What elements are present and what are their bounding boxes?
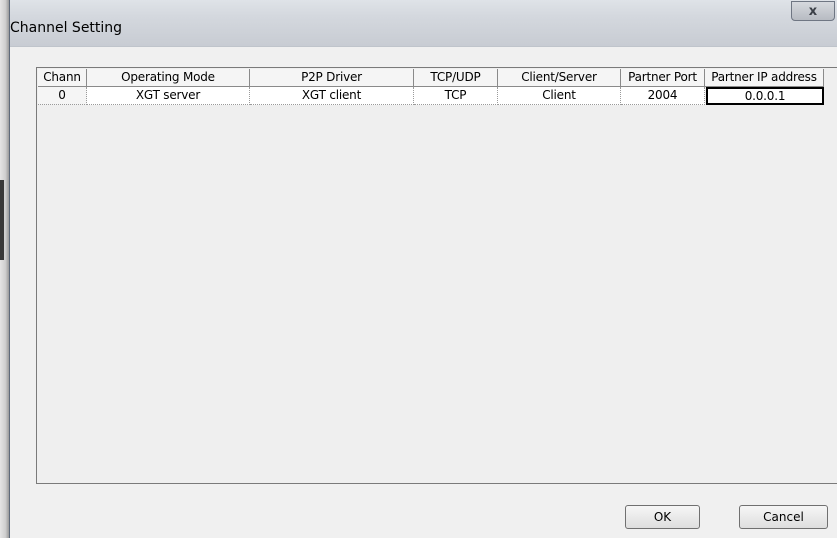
channel-grid[interactable]: Chann Operating Mode P2P Driver TCP/UDP … [36, 67, 837, 484]
column-header-channel[interactable]: Chann [38, 69, 87, 87]
background-window-shadow [0, 180, 4, 260]
close-button[interactable]: x [791, 1, 835, 21]
cell-client-server[interactable]: Client [498, 87, 621, 105]
title-bar[interactable]: Channel Setting x [10, 0, 837, 47]
cell-channel[interactable]: 0 [38, 87, 87, 105]
column-header-tcp-udp[interactable]: TCP/UDP [414, 69, 498, 87]
channel-setting-dialog: Channel Setting x Chann Operating Mode P… [9, 0, 837, 538]
column-header-operating-mode[interactable]: Operating Mode [87, 69, 250, 87]
grid-header-row: Chann Operating Mode P2P Driver TCP/UDP … [38, 69, 824, 87]
column-header-p2p-driver[interactable]: P2P Driver [250, 69, 414, 87]
cell-p2p-driver[interactable]: XGT client [250, 87, 414, 105]
cell-tcp-udp[interactable]: TCP [414, 87, 498, 105]
cell-partner-ip-selected[interactable]: 0.0.0.1 [706, 87, 824, 105]
cell-operating-mode[interactable]: XGT server [87, 87, 250, 105]
column-header-partner-port[interactable]: Partner Port [621, 69, 705, 87]
ok-button[interactable]: OK [625, 505, 700, 529]
cell-partner-port[interactable]: 2004 [621, 87, 705, 105]
close-icon: x [808, 4, 818, 19]
cancel-button[interactable]: Cancel [739, 505, 828, 529]
background-window-edge [0, 0, 9, 538]
dialog-title: Channel Setting [10, 20, 123, 36]
column-header-client-server[interactable]: Client/Server [498, 69, 621, 87]
column-header-partner-ip[interactable]: Partner IP address [705, 69, 824, 87]
table-row[interactable]: 0 XGT server XGT client TCP Client 2004 … [38, 87, 824, 105]
